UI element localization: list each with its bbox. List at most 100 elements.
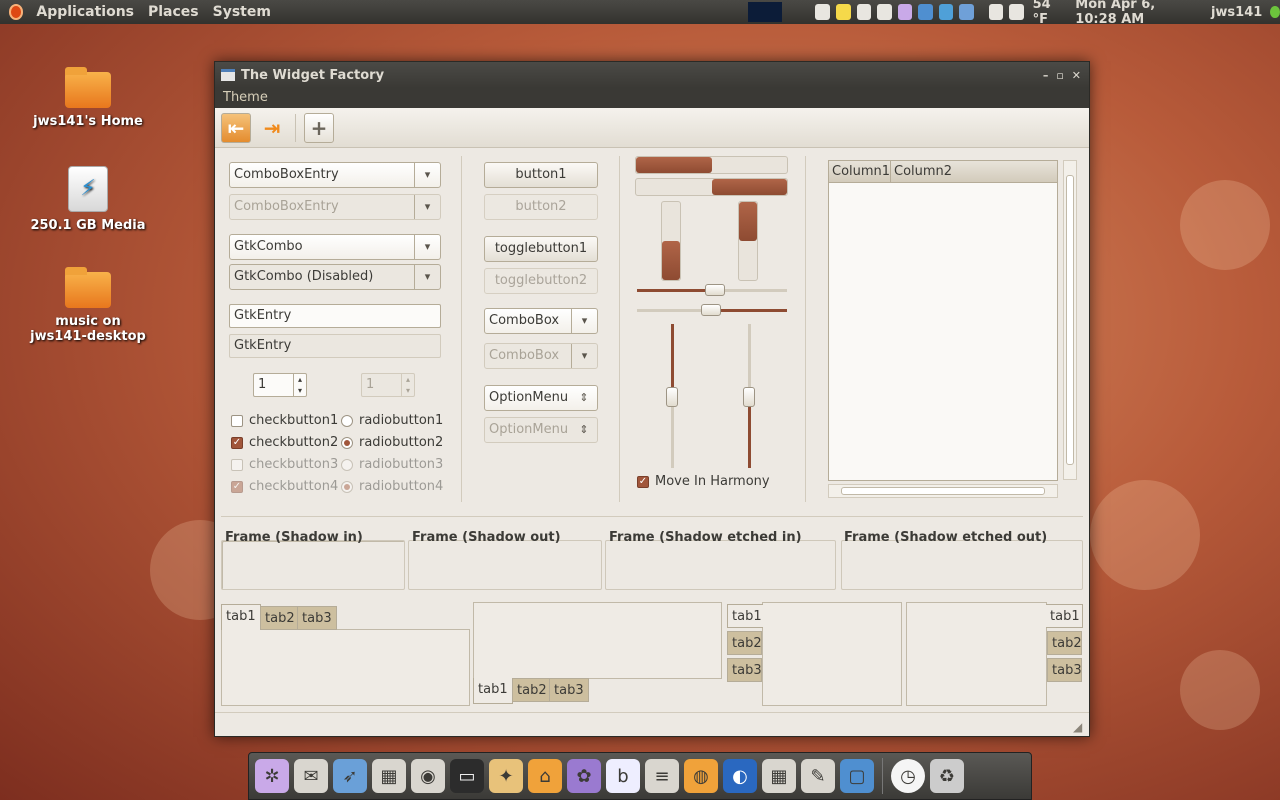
resize-grip-icon[interactable]: ◢ [1073, 720, 1082, 734]
hscale-1-knob[interactable] [705, 284, 725, 296]
check-label: checkbutton2 [249, 435, 339, 450]
column-header-1[interactable]: Column1 [829, 161, 891, 182]
togglebutton1[interactable]: togglebutton1 [484, 236, 598, 262]
tab-right-3[interactable]: tab3 [1047, 658, 1082, 682]
gtk-entry[interactable]: GtkEntry [229, 304, 441, 328]
scrollbar-thumb[interactable] [841, 487, 1045, 495]
chat-app-icon[interactable]: ✿ [567, 759, 601, 793]
applications-menu[interactable]: Applications [29, 4, 141, 20]
togglebutton2-disabled: togglebutton2 [484, 268, 598, 294]
progress-bar-v1 [661, 201, 681, 281]
trash-icon[interactable]: ♻ [930, 759, 964, 793]
checkbox-icon [231, 414, 243, 427]
status-icon[interactable] [1270, 6, 1280, 18]
tab-bottom-3[interactable]: tab3 [549, 678, 589, 702]
terminal-app-icon[interactable]: ▭ [450, 759, 484, 793]
combobox-entry-1[interactable]: ComboBoxEntry ▾ [229, 162, 441, 188]
user-menu[interactable]: jws141 [1211, 5, 1262, 20]
gtk-combo[interactable]: GtkCombo ▾ [229, 234, 441, 260]
maximize-icon[interactable]: ▫ [1056, 69, 1063, 82]
desktop-icon-music[interactable]: music on jws141-desktop [28, 267, 148, 344]
tab-right-1[interactable]: tab1 [1046, 604, 1083, 628]
speaker-app-icon[interactable]: ◉ [411, 759, 445, 793]
close-icon[interactable]: ✕ [1072, 69, 1081, 82]
add-icon[interactable]: + [304, 112, 334, 143]
weather-icon[interactable] [1009, 4, 1024, 20]
clock[interactable]: Mon Apr 6, 10:28 AM [1075, 0, 1199, 27]
chevron-down-icon[interactable]: ▾ [571, 309, 597, 333]
window-app-icon[interactable]: ▢ [840, 759, 874, 793]
places-menu[interactable]: Places [141, 4, 206, 20]
system-monitor-icon[interactable] [747, 2, 783, 22]
tab-top-1[interactable]: tab1 [221, 604, 261, 630]
bluetooth-icon[interactable] [918, 4, 933, 20]
button1[interactable]: button1 [484, 162, 598, 188]
desktop-icon-media[interactable]: ⚡ 250.1 GB Media [28, 166, 148, 233]
dropbox-icon[interactable] [938, 4, 954, 20]
forward-arrow-icon[interactable]: ⇥ [257, 113, 287, 143]
frame-shadow-in [221, 540, 405, 590]
package-manager-app-icon[interactable]: ▦ [762, 759, 796, 793]
clock-app-icon[interactable]: ◷ [891, 759, 925, 793]
updown-icon[interactable]: ⇕ [571, 386, 597, 410]
vscale-1-knob[interactable] [666, 387, 678, 407]
column-header-2[interactable]: Column2 [891, 161, 952, 182]
package-app-icon[interactable]: ▦ [372, 759, 406, 793]
browser-app-icon[interactable]: ➶ [333, 759, 367, 793]
settings-app-icon[interactable]: ✲ [255, 759, 289, 793]
globe-app-icon[interactable]: ◐ [723, 759, 757, 793]
chevron-down-icon[interactable]: ▾ [414, 163, 440, 187]
home-folder-app-icon[interactable]: ⌂ [528, 759, 562, 793]
back-arrow-icon[interactable]: ⇤ [221, 112, 251, 143]
move-in-harmony-check[interactable]: ✓ Move In Harmony [637, 474, 770, 489]
tab-left-2[interactable]: tab2 [727, 631, 762, 655]
desktop-icon-home[interactable]: jws141's Home [28, 67, 148, 129]
mail-icon[interactable] [815, 4, 830, 20]
volume-icon[interactable] [988, 4, 1004, 20]
progress-bar-v2 [738, 201, 758, 281]
chevron-down-icon[interactable]: ▾ [414, 235, 440, 259]
radiobutton1[interactable]: radiobutton1 [341, 413, 443, 428]
tab-bottom-2[interactable]: tab2 [512, 678, 552, 702]
combo-text: ComboBox [489, 313, 560, 328]
hscale-2-knob[interactable] [701, 304, 721, 316]
radiobutton2[interactable]: radiobutton2 [341, 435, 443, 450]
notes-app-icon[interactable]: ≡ [645, 759, 679, 793]
separator [461, 156, 462, 502]
system-menu[interactable]: System [206, 4, 278, 20]
spin-arrows-icon[interactable]: ▴ ▾ [293, 374, 306, 396]
horizontal-scrollbar[interactable] [828, 484, 1058, 498]
firefox-app-icon[interactable]: ◍ [684, 759, 718, 793]
settings-icon[interactable] [897, 4, 913, 20]
gnome-app-icon[interactable]: ✦ [489, 759, 523, 793]
checkbutton1[interactable]: checkbutton1 [231, 413, 338, 428]
network-icon[interactable] [959, 4, 974, 20]
theme-menu[interactable]: Theme [223, 90, 268, 105]
gimp-app-icon[interactable]: ✎ [801, 759, 835, 793]
titlebar[interactable]: The Widget Factory – ▫ ✕ [215, 62, 1089, 88]
toolbar: ⇤ ⇥ + [215, 108, 1089, 148]
tab-top-3[interactable]: tab3 [297, 606, 337, 630]
speaker-icon[interactable] [856, 4, 872, 20]
ubuntu-logo-icon[interactable] [9, 4, 24, 20]
tab-right-2[interactable]: tab2 [1047, 631, 1082, 655]
blogging-app-icon[interactable]: b [606, 759, 640, 793]
vscale-2-knob[interactable] [743, 387, 755, 407]
mail-app-icon[interactable]: ✉ [294, 759, 328, 793]
tree-view[interactable]: Column1 Column2 [828, 160, 1058, 481]
chevron-down-icon: ▾ [571, 344, 597, 368]
scrollbar-thumb[interactable] [1066, 175, 1074, 465]
minimize-icon[interactable]: – [1043, 69, 1049, 82]
tab-top-2[interactable]: tab2 [260, 606, 300, 630]
tab-left-1[interactable]: tab1 [727, 604, 763, 628]
temperature[interactable]: 54 °F [1033, 0, 1064, 27]
notes-icon[interactable] [836, 4, 851, 20]
combobox[interactable]: ComboBox ▾ [484, 308, 598, 334]
spin-button[interactable]: 1 ▴ ▾ [253, 373, 307, 397]
tab-bottom-1[interactable]: tab1 [473, 678, 513, 704]
tab-left-3[interactable]: tab3 [727, 658, 762, 682]
checkbutton2[interactable]: ✓ checkbutton2 [231, 435, 338, 450]
option-menu[interactable]: OptionMenu ⇕ [484, 385, 598, 411]
vertical-scrollbar[interactable] [1063, 160, 1077, 480]
chat-icon[interactable] [877, 4, 892, 20]
